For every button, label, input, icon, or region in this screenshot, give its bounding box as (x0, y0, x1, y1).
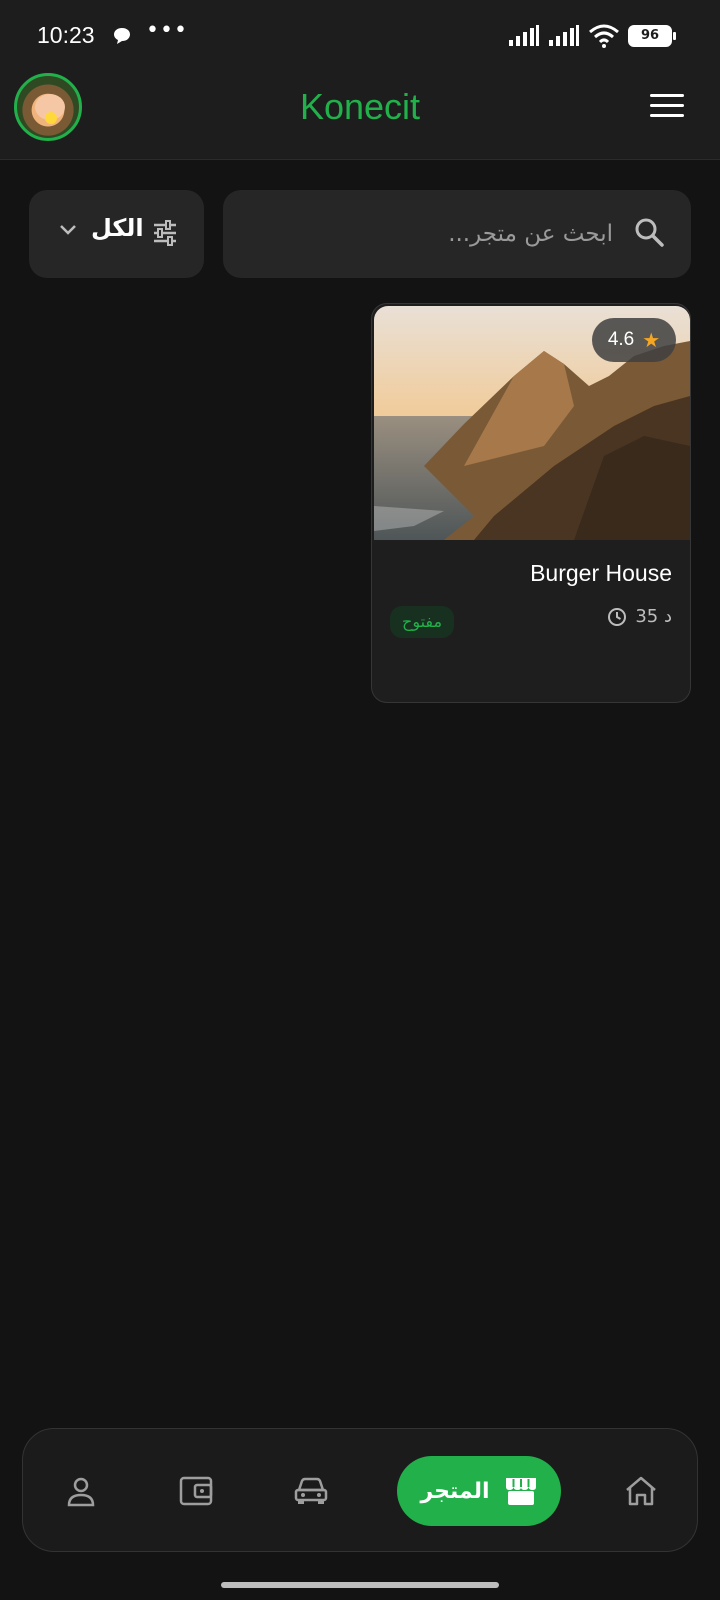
filter-label: الكل (91, 214, 144, 242)
rating-value: 4.6 (607, 329, 635, 350)
category-filter-dropdown[interactable]: الكل (29, 190, 204, 278)
status-time: 10:23 (37, 22, 95, 48)
tune-icon (154, 220, 176, 246)
car-icon (294, 1477, 328, 1504)
status-bar: 10:23 ••• 96 (0, 0, 720, 76)
nav-store[interactable]: المتجر (397, 1456, 561, 1526)
search-icon[interactable] (633, 216, 665, 248)
bottom-navigation: المتجر (22, 1428, 698, 1552)
more-dots-icon: ••• (146, 18, 188, 43)
status-indicators: 96 (508, 24, 676, 48)
nav-delivery[interactable] (291, 1471, 331, 1511)
nav-home[interactable] (621, 1471, 661, 1511)
store-icon (505, 1478, 536, 1505)
nav-store-label: المتجر (420, 1478, 490, 1504)
star-icon: ★ (642, 328, 661, 352)
nav-profile[interactable] (61, 1471, 101, 1511)
signal-icon (509, 25, 539, 46)
nav-wallet[interactable] (176, 1471, 216, 1511)
app-title: Konecit (299, 86, 421, 127)
rating-badge: ★ 4.6 (592, 318, 676, 362)
search-input[interactable] (243, 212, 613, 256)
chevron-down-icon (60, 225, 76, 235)
wallet-icon (179, 1476, 213, 1506)
battery-icon: 96 (628, 25, 676, 47)
delivery-time-value: 35 د (635, 606, 672, 627)
store-name: Burger House (530, 560, 672, 586)
search-box[interactable] (223, 190, 691, 278)
person-icon (67, 1477, 95, 1507)
wifi-icon (589, 24, 619, 48)
hamburger-menu-icon[interactable] (650, 94, 684, 120)
home-icon (626, 1476, 656, 1506)
clock-icon (608, 607, 627, 626)
chat-bubble-icon (112, 26, 132, 50)
delivery-time: 35 د (607, 606, 672, 627)
status-badge: مفتوح (390, 606, 455, 638)
store-card[interactable]: ★ 4.6 Burger House 35 د مفتوح (371, 303, 691, 703)
signal-icon (549, 25, 579, 46)
home-indicator[interactable] (221, 1582, 499, 1588)
